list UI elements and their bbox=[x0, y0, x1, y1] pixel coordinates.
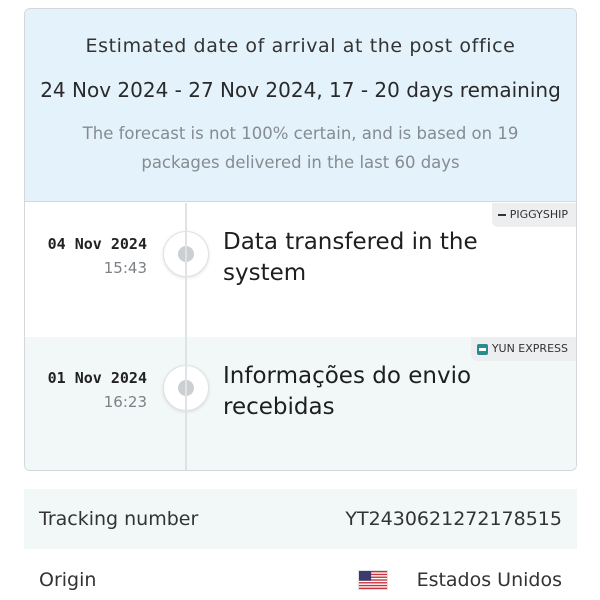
event-time: 16:23 bbox=[103, 393, 147, 411]
dash-icon bbox=[497, 214, 506, 216]
yun-express-logo-icon bbox=[476, 343, 488, 355]
timeline-line bbox=[185, 203, 187, 470]
us-flag-icon bbox=[358, 570, 388, 590]
tracking-number-row: Tracking number YT2430621272178515 bbox=[24, 489, 577, 549]
forecast-title: Estimated date of arrival at the post of… bbox=[85, 35, 516, 57]
tracking-event: 01 Nov 2024 16:23 Informações do envio r… bbox=[25, 337, 576, 470]
origin-label: Origin bbox=[39, 569, 97, 591]
origin-value: Estados Unidos bbox=[416, 569, 562, 591]
event-description: Informações do envio recebidas bbox=[223, 363, 472, 420]
tracking-event: 04 Nov 2024 15:43 Data transfered in the… bbox=[25, 203, 576, 337]
origin-row: Origin Estados Unidos bbox=[24, 550, 577, 600]
tracking-card: Estimated date of arrival at the post of… bbox=[24, 8, 577, 471]
forecast-note: The forecast is not 100% certain, and is… bbox=[82, 124, 519, 172]
forecast-date-range: 24 Nov 2024 - 27 Nov 2024, 17 - 20 days … bbox=[40, 78, 561, 102]
event-date: 01 Nov 2024 bbox=[47, 369, 147, 387]
tracking-number-label: Tracking number bbox=[39, 508, 199, 530]
tracking-number-value[interactable]: YT2430621272178515 bbox=[345, 508, 562, 530]
carrier-name: YUN EXPRESS bbox=[491, 342, 568, 355]
event-date: 04 Nov 2024 bbox=[47, 235, 147, 253]
carrier-badge: YUN EXPRESS bbox=[470, 337, 576, 361]
event-time: 15:43 bbox=[103, 259, 147, 277]
carrier-badge: PIGGYSHIP bbox=[491, 203, 576, 227]
carrier-name: PIGGYSHIP bbox=[509, 208, 568, 221]
arrival-forecast-panel: Estimated date of arrival at the post of… bbox=[25, 9, 576, 202]
event-description: Data transfered in the system bbox=[223, 229, 478, 286]
